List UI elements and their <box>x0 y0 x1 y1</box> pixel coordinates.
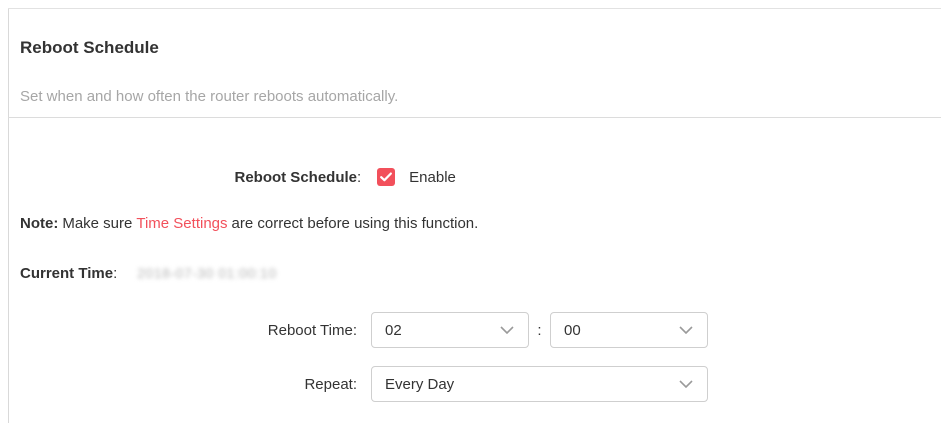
reboot-schedule-row: Reboot Schedule : Enable <box>0 164 456 190</box>
checkmark-icon <box>380 172 393 182</box>
time-settings-link[interactable]: Time Settings <box>136 215 227 232</box>
note-text-before: Make sure <box>62 214 133 232</box>
reboot-schedule-page: Reboot Schedule Set when and how often t… <box>0 0 941 423</box>
time-separator: : <box>537 321 542 339</box>
panel-left-border <box>8 8 9 423</box>
current-time-label: Current Time <box>20 264 114 282</box>
repeat-select[interactable]: Every Day <box>371 366 708 402</box>
reboot-hour-select[interactable]: 02 <box>371 312 529 348</box>
chevron-down-icon <box>679 380 693 388</box>
section-description: Set when and how often the router reboot… <box>20 88 399 105</box>
reboot-time-row: Reboot Time: 02 : 00 <box>0 312 708 348</box>
current-time-row: Current Time : 2018-07-30 01:00:10 <box>20 260 277 286</box>
panel-top-border <box>8 8 941 9</box>
reboot-minute-select[interactable]: 00 <box>550 312 708 348</box>
reboot-time-label: Reboot Time: <box>267 321 357 339</box>
section-title: Reboot Schedule <box>20 38 159 57</box>
section-divider <box>8 117 941 118</box>
reboot-schedule-label: Reboot Schedule <box>234 168 357 186</box>
reboot-schedule-colon: : <box>357 168 362 186</box>
chevron-down-icon <box>679 326 693 334</box>
repeat-row: Repeat: Every Day <box>0 366 708 402</box>
note-row: Note: Make sure Time Settings are correc… <box>20 210 478 236</box>
current-time-value: 2018-07-30 01:00:10 <box>137 265 277 281</box>
note-text-after: are correct before using this function. <box>231 214 479 232</box>
enable-checkbox[interactable] <box>377 168 396 186</box>
enable-label[interactable]: Enable <box>409 169 456 186</box>
note-prefix: Note: <box>20 214 59 232</box>
reboot-minute-value: 00 <box>564 321 581 339</box>
repeat-label: Repeat: <box>304 375 357 393</box>
repeat-value: Every Day <box>385 375 455 393</box>
current-time-colon: : <box>113 264 118 282</box>
reboot-hour-value: 02 <box>385 321 402 339</box>
chevron-down-icon <box>500 326 514 334</box>
